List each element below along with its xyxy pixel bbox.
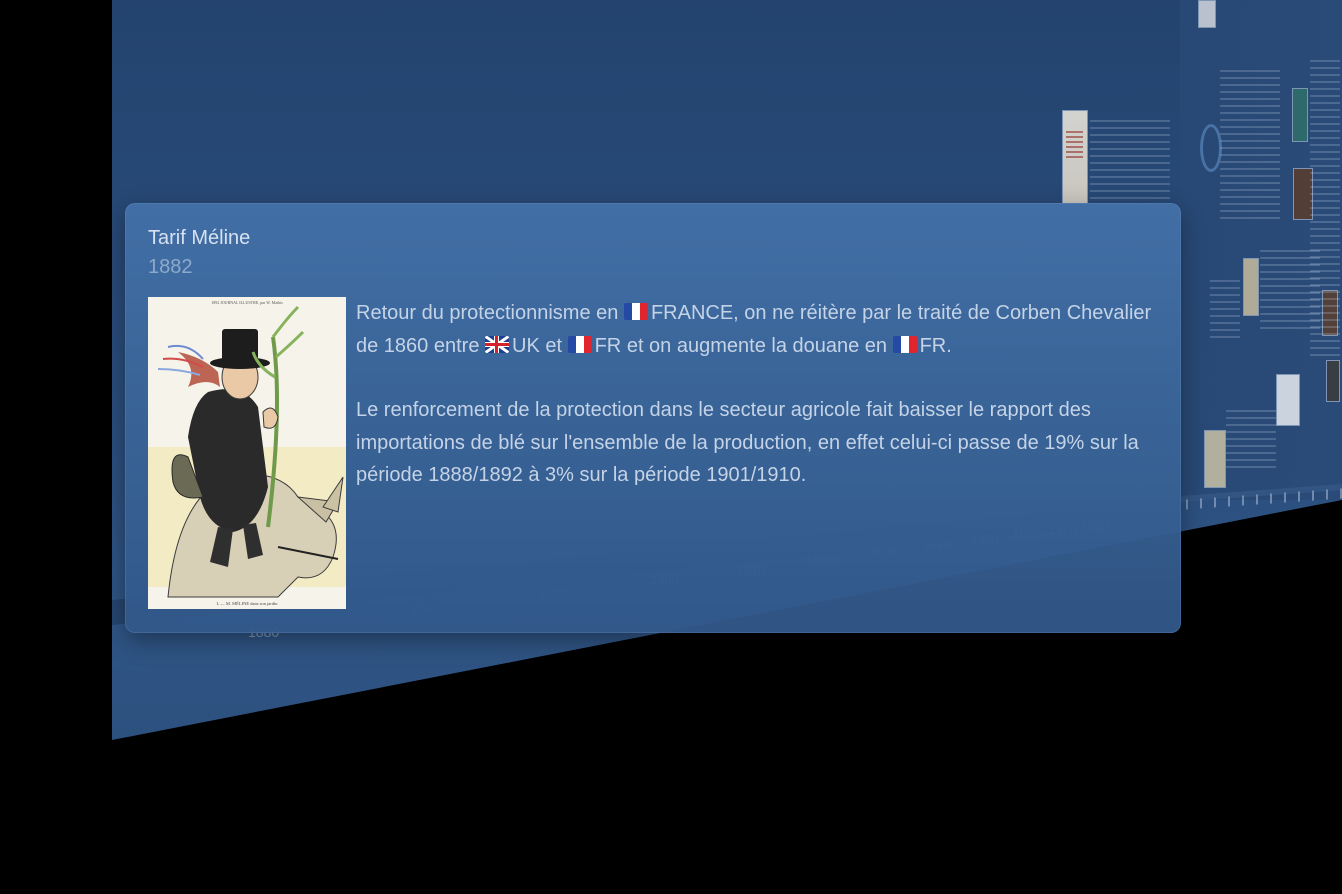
flag-fr-icon	[892, 335, 917, 353]
timeline-thumbnail[interactable]	[1062, 110, 1088, 204]
event-date: 1882	[148, 256, 193, 278]
timeline-event-text	[1090, 120, 1170, 210]
timeline-thumbnail[interactable]	[1204, 430, 1226, 488]
flag-fr-icon	[567, 335, 592, 353]
event-image[interactable]: 1892 JOURNAL ILLUSTRE, par W. Mathis L —…	[148, 297, 346, 609]
timeline-thumbnail[interactable]	[1198, 0, 1216, 28]
caricature-illustration: 1892 JOURNAL ILLUSTRE, par W. Mathis L —…	[148, 297, 346, 609]
text-span: et	[539, 334, 568, 357]
country-label: FR	[919, 334, 947, 357]
globe-icon	[1200, 124, 1222, 172]
country-label: UK	[512, 334, 540, 357]
timeline-thumbnail[interactable]	[1292, 88, 1308, 142]
timeline-event-text	[1210, 280, 1240, 340]
event-detail-card[interactable]: Tarif Méline 1882 1892 JOURNAL ILLUSTRE,…	[125, 203, 1181, 633]
flag-fr-icon	[623, 303, 648, 320]
country-label: FRANCE	[650, 302, 734, 324]
country-label: FR	[594, 334, 622, 357]
text-span: et on augmente la douane en	[621, 334, 893, 357]
text-span: Retour du protectionnisme en	[356, 302, 624, 324]
timeline-event-text	[1310, 60, 1340, 360]
event-description: Retour du protectionnisme en FRANCE, on …	[356, 297, 1166, 524]
event-paragraph-1: Retour du protectionnisme en FRANCE, on …	[356, 297, 1166, 362]
timeline-event-text	[1226, 410, 1276, 470]
timeline-thumbnail[interactable]	[1276, 374, 1300, 426]
timeline-thumbnail[interactable]	[1326, 360, 1340, 402]
timeline-thumbnail[interactable]	[1243, 258, 1259, 316]
flag-uk-icon	[485, 335, 509, 353]
timeline-event-text	[1220, 70, 1280, 220]
text-span: .	[946, 334, 952, 357]
event-paragraph-2: Le renforcement de la protection dans le…	[356, 399, 1139, 486]
timeline-view: 1880 1880 1890 1900 1910 1920 1930 1940 …	[0, 0, 1342, 894]
image-caption-bottom: L — M. MÉLINE dans son jardin	[217, 601, 279, 606]
event-title: Tarif Méline	[148, 227, 251, 249]
